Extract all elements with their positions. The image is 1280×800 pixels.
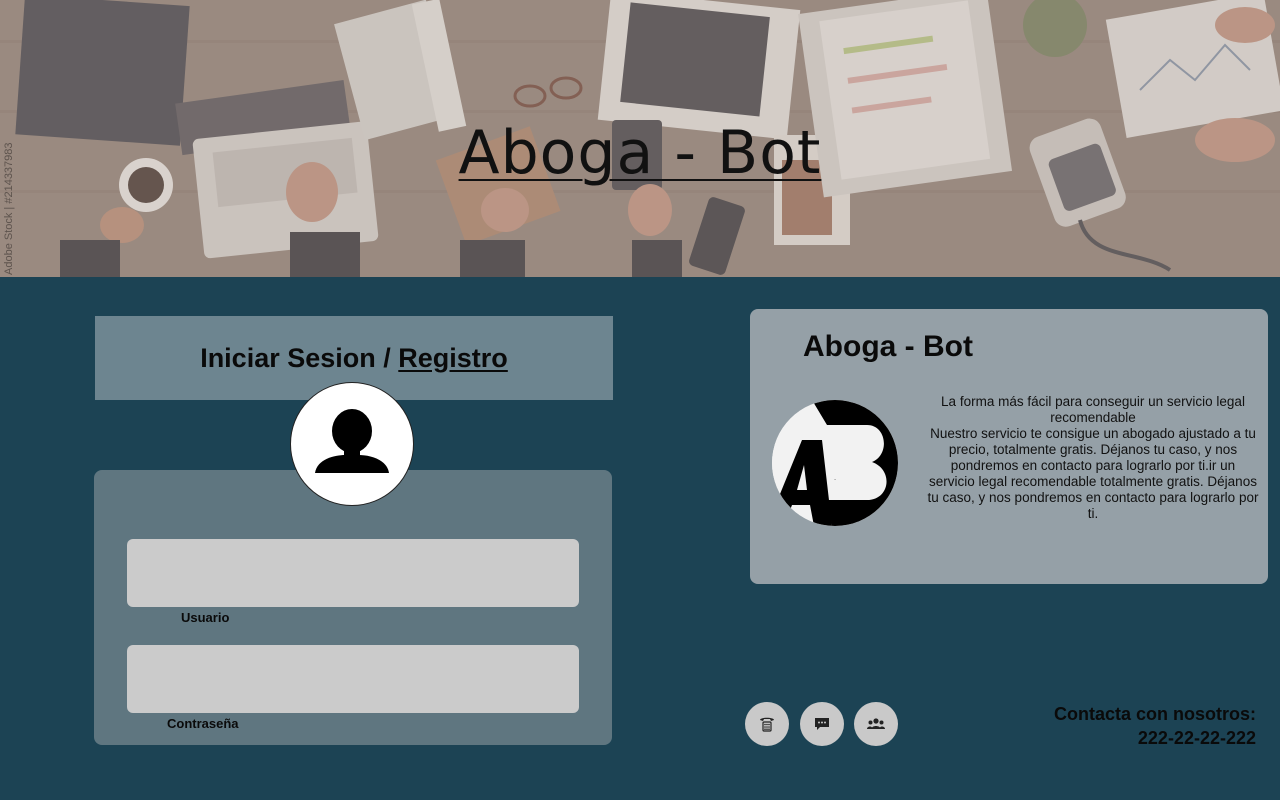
contact-phone[interactable]: 222-22-22-222 [1054, 726, 1256, 750]
site-title[interactable]: Aboga - Bot [0, 118, 1280, 188]
about-description: La forma más fácil para conseguir un ser… [927, 394, 1259, 522]
about-body: Nuestro servicio te consigue un abogado … [927, 426, 1259, 521]
about-title: Aboga - Bot [803, 330, 973, 363]
chat-button[interactable] [800, 702, 844, 746]
chat-icon [815, 718, 829, 730]
phone-button[interactable] [745, 702, 789, 746]
about-tagline: La forma más fácil para conseguir un ser… [941, 394, 1245, 425]
password-label: Contraseña [167, 716, 239, 731]
phone-icon [760, 717, 774, 732]
aboga-bot-logo: AB [772, 400, 898, 526]
group-button[interactable] [854, 702, 898, 746]
heading-separator: / [375, 342, 399, 373]
login-heading: Iniciar Sesion [200, 342, 376, 373]
username-input[interactable] [127, 539, 579, 607]
logo-letters: AB [834, 479, 836, 481]
group-icon [867, 718, 885, 729]
site-title-link[interactable]: Aboga - Bot [459, 118, 822, 188]
register-link[interactable]: Registro [398, 343, 508, 374]
password-input[interactable] [127, 645, 579, 713]
username-label: Usuario [181, 610, 230, 625]
contact-info: Contacta con nosotros: 222-22-22-222 [1054, 702, 1256, 750]
contact-label: Contacta con nosotros: [1053, 704, 1256, 724]
hero-banner: Adobe Stock | #214337983 Aboga - Bot [0, 0, 1280, 277]
user-icon [315, 409, 389, 473]
user-avatar [290, 382, 414, 506]
